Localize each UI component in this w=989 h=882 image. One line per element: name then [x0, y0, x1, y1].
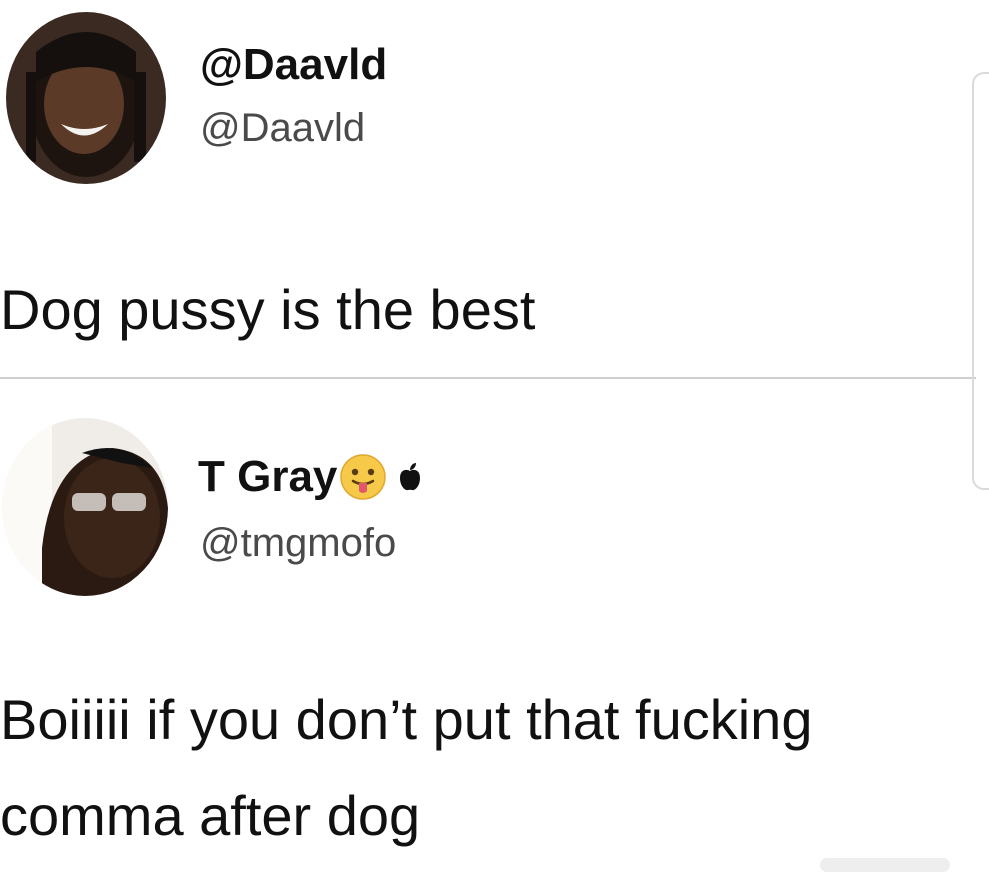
apple-logo-icon: [400, 463, 421, 491]
avatar[interactable]: [6, 12, 166, 184]
user-handle[interactable]: @tmgmofo: [200, 520, 396, 566]
watermark: [820, 858, 950, 872]
user-handle[interactable]: @Daavld: [200, 105, 365, 151]
face-with-tongue-emoji-icon: [340, 454, 387, 500]
tweet-text: Boiiiii if you don’t put that fucking co…: [0, 672, 812, 864]
display-name-text: T Gray: [198, 452, 338, 501]
tweet-reply: T Gray @tmgmofo Boiiiii if you don’t put…: [0, 380, 989, 882]
tweet-text-line: comma after dog: [0, 784, 421, 847]
tweet-text-line: Boiiiii if you don’t put that fucking: [0, 688, 813, 751]
tweet-original: @Daavld @Daavld Dog pussy is the best: [0, 0, 989, 378]
tweet-text: Dog pussy is the best: [0, 278, 536, 341]
user-avatar-icon: [6, 12, 166, 184]
display-name[interactable]: @Daavld: [200, 40, 387, 90]
display-name[interactable]: T Gray: [198, 452, 423, 502]
divider: [0, 377, 976, 379]
avatar[interactable]: [2, 418, 168, 596]
user-avatar-icon: [2, 418, 168, 596]
